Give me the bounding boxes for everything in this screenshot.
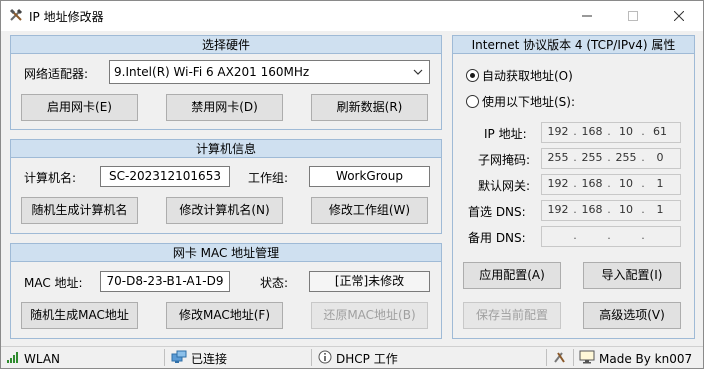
disable-adapter-button[interactable]: 禁用网卡(D) <box>166 94 283 121</box>
ip-octet: 61 <box>653 125 667 138</box>
computer-group-header: 计算机信息 <box>11 140 441 158</box>
maximize-icon <box>628 11 638 21</box>
subnet-mask-field[interactable]: 255 . 255 . 255 . 0 <box>541 148 681 169</box>
info-icon <box>318 350 332 367</box>
wifi-signal-icon <box>6 350 20 367</box>
tools-icon <box>552 350 568 367</box>
status-connection: 已连接 <box>171 350 227 367</box>
workgroup-label: 工作组: <box>248 171 289 185</box>
window-title: IP 地址修改器 <box>29 10 104 24</box>
status-adapter: WLAN <box>6 350 60 367</box>
manual-ip-label: 使用以下地址(S): <box>482 95 576 109</box>
status-credit-text: Made By kn007 <box>599 351 693 366</box>
modify-mac-button[interactable]: 修改MAC地址(F) <box>166 302 283 329</box>
alternate-dns-label: 备用 DNS: <box>468 231 526 245</box>
status-dhcp: DHCP 工作 <box>318 350 398 367</box>
preferred-dns-field[interactable]: 192 . 168 . 10 . 1 <box>541 200 681 221</box>
radio-unselected-icon <box>466 95 479 108</box>
dns1-octet: 168 <box>581 203 603 216</box>
status-divider <box>311 349 312 366</box>
dns1-octet: 1 <box>656 203 664 216</box>
gateway-octet: 192 <box>547 177 569 190</box>
gateway-label: 默认网关: <box>478 179 531 193</box>
close-icon <box>674 11 684 21</box>
mac-status-label: 状态: <box>260 276 289 290</box>
mac-address-label: MAC 地址: <box>24 276 83 290</box>
ip-dot: . <box>573 229 577 242</box>
radio-selected-icon <box>466 69 479 82</box>
gateway-octet: 10 <box>619 177 633 190</box>
minimize-button[interactable] <box>564 1 610 31</box>
title-bar[interactable]: IP 地址修改器 <box>1 1 703 31</box>
mac-address-field[interactable]: 70-D8-23-B1-A1-D9 <box>100 271 230 292</box>
status-connection-text: 已连接 <box>191 352 228 366</box>
random-computer-name-button[interactable]: 随机生成计算机名 <box>21 197 138 224</box>
computer-name-label: 计算机名: <box>24 171 77 185</box>
status-credit: Made By kn007 <box>579 350 692 367</box>
mask-octet: 255 <box>581 151 603 164</box>
modify-computer-name-button[interactable]: 修改计算机名(N) <box>166 197 283 224</box>
computer-group: 计算机信息 计算机名: SC-202312101653 工作组: WorkGro… <box>10 139 442 234</box>
workgroup-field[interactable]: WorkGroup <box>309 166 430 187</box>
minimize-icon <box>582 15 592 17</box>
adapter-label: 网络适配器: <box>24 67 89 81</box>
apply-config-button[interactable]: 应用配置(A) <box>463 262 561 289</box>
main-window: IP 地址修改器 选择硬件 网络适配器: 9.Intel(R) Wi-Fi 6 … <box>0 0 704 369</box>
preferred-dns-label: 首选 DNS: <box>468 205 526 219</box>
monitor-icon <box>579 350 595 367</box>
auto-ip-label: 自动获取地址(O) <box>482 69 573 83</box>
network-connected-icon <box>171 350 187 367</box>
status-divider <box>546 349 547 366</box>
dns1-octet: 192 <box>547 203 569 216</box>
random-mac-button[interactable]: 随机生成MAC地址 <box>21 302 138 329</box>
dns1-octet: 10 <box>619 203 633 216</box>
adapter-select[interactable]: 9.Intel(R) Wi-Fi 6 AX201 160MHz <box>109 60 430 84</box>
maximize-button[interactable] <box>610 1 656 31</box>
gateway-octet: 1 <box>656 177 664 190</box>
enable-adapter-button[interactable]: 启用网卡(E) <box>21 94 138 121</box>
mask-octet: 255 <box>615 151 637 164</box>
subnet-mask-label: 子网掩码: <box>478 153 531 167</box>
mask-octet: 0 <box>656 151 664 164</box>
refresh-data-button[interactable]: 刷新数据(R) <box>311 94 428 121</box>
mac-group-header: 网卡 MAC 地址管理 <box>11 244 441 262</box>
manual-ip-radio[interactable]: 使用以下地址(S): <box>466 93 575 110</box>
ip-dot: . <box>607 229 611 242</box>
status-tools[interactable] <box>552 350 568 367</box>
auto-ip-radio[interactable]: 自动获取地址(O) <box>466 67 573 84</box>
status-bar: WLAN 已连接 DHCP 工作 Made By kn007 <box>1 346 703 368</box>
ip-dot: . <box>641 229 645 242</box>
modify-workgroup-button[interactable]: 修改工作组(W) <box>311 197 428 224</box>
import-config-button[interactable]: 导入配置(I) <box>583 262 681 289</box>
status-divider <box>164 349 165 366</box>
hardware-group-header: 选择硬件 <box>11 36 441 54</box>
ip-address-label: IP 地址: <box>484 127 527 141</box>
ip-octet: 192 <box>547 125 569 138</box>
status-dhcp-text: DHCP 工作 <box>336 352 398 366</box>
ip-address-field[interactable]: 192 . 168 . 10 . 61 <box>541 122 681 143</box>
gateway-field[interactable]: 192 . 168 . 10 . 1 <box>541 174 681 195</box>
ipv4-group: Internet 协议版本 4 (TCP/IPv4) 属性 自动获取地址(O) … <box>452 35 695 339</box>
advanced-options-button[interactable]: 高级选项(V) <box>583 302 681 329</box>
ipv4-group-header: Internet 协议版本 4 (TCP/IPv4) 属性 <box>453 36 694 54</box>
save-config-button[interactable]: 保存当前配置 <box>463 302 561 329</box>
close-button[interactable] <box>656 1 702 31</box>
computer-name-field[interactable]: SC-202312101653 <box>100 166 230 187</box>
chevron-down-icon <box>413 61 423 90</box>
mac-group: 网卡 MAC 地址管理 MAC 地址: 70-D8-23-B1-A1-D9 状态… <box>10 243 442 339</box>
ip-octet: 168 <box>581 125 603 138</box>
alternate-dns-field[interactable]: . . . <box>541 226 681 247</box>
status-adapter-text: WLAN <box>24 351 61 366</box>
adapter-select-value: 9.Intel(R) Wi-Fi 6 AX201 160MHz <box>114 65 310 79</box>
restore-mac-button[interactable]: 还原MAC地址(B) <box>311 302 428 329</box>
hardware-group: 选择硬件 网络适配器: 9.Intel(R) Wi-Fi 6 AX201 160… <box>10 35 442 130</box>
ip-octet: 10 <box>619 125 633 138</box>
status-divider <box>573 349 574 366</box>
mask-octet: 255 <box>547 151 569 164</box>
mac-status-field: [正常]未修改 <box>309 271 430 292</box>
tools-icon <box>8 7 24 23</box>
gateway-octet: 168 <box>581 177 603 190</box>
